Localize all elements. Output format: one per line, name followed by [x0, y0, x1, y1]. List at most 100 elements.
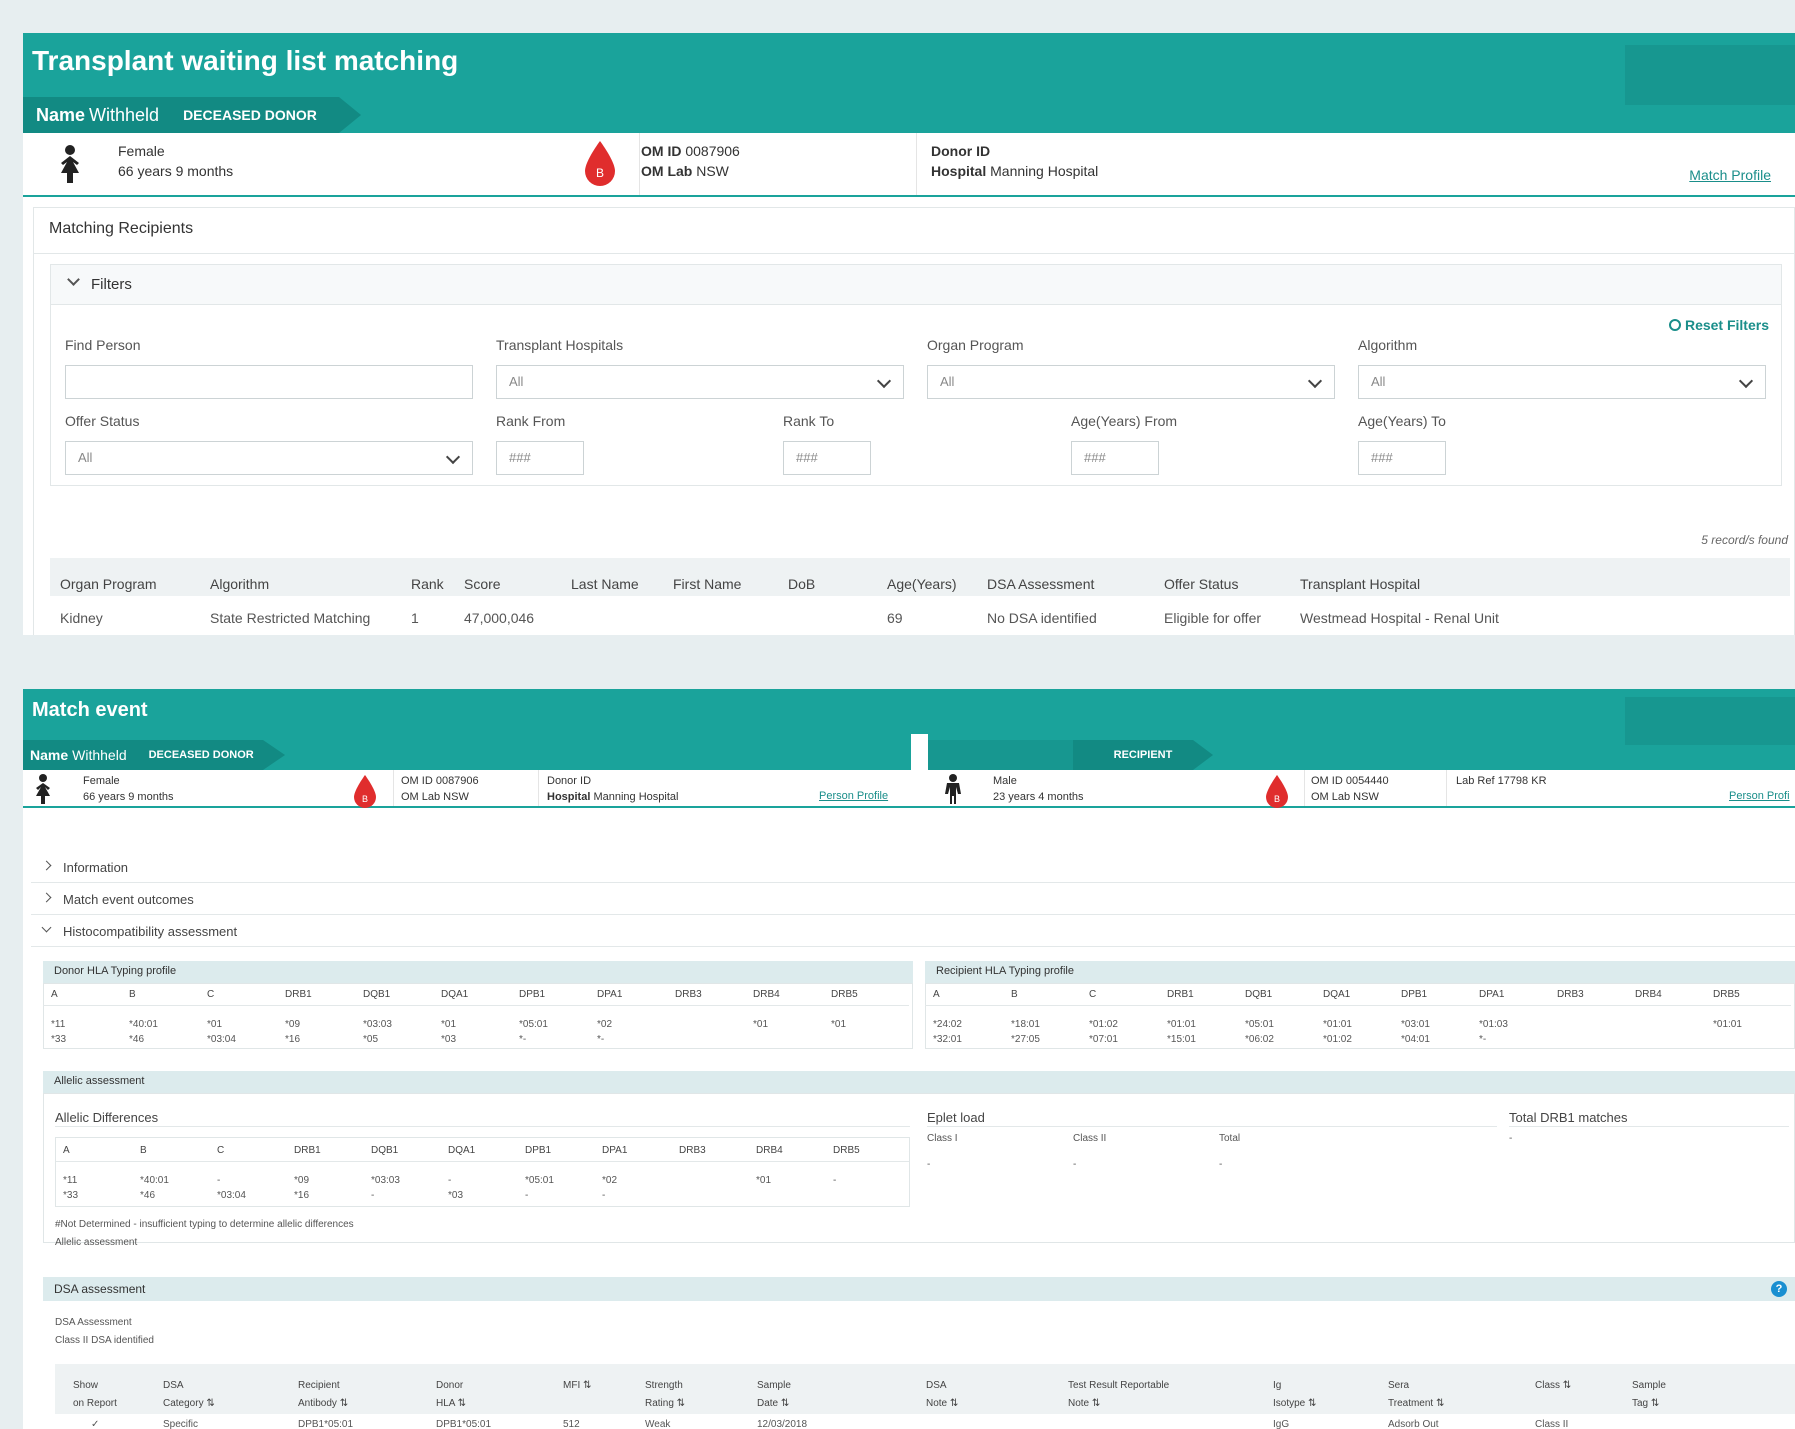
column-header[interactable]: Offer Status	[1164, 576, 1238, 592]
donor-info-bar: Female 66 years 9 months B OM ID 0087906…	[23, 133, 1795, 197]
allelic-value: - *03:04	[217, 1175, 246, 1201]
age-from-input[interactable]: ###	[1071, 441, 1159, 475]
help-icon[interactable]: ?	[1771, 1281, 1787, 1297]
hla-column-header: DRB1	[1167, 989, 1194, 1000]
algorithm-select[interactable]: All	[1358, 365, 1766, 399]
organ-program-select[interactable]: All	[927, 365, 1335, 399]
allelic-column-header: DRB3	[679, 1145, 706, 1156]
dsa-column-header[interactable]: Test Result Reportable Note ⇅	[1068, 1377, 1169, 1413]
allelic-differences-label: Allelic Differences	[55, 1110, 159, 1125]
reset-filters-button[interactable]: Reset Filters	[1669, 317, 1769, 333]
column-header[interactable]: Rank	[411, 576, 444, 592]
offer-status-select[interactable]: All	[65, 441, 473, 475]
eplet-class-i-value: -	[927, 1159, 931, 1170]
match-event-outcomes-section[interactable]: Match event outcomes	[31, 883, 1795, 915]
dsa-column-header[interactable]: MFI ⇅	[563, 1377, 591, 1395]
match-profile-link[interactable]: Match Profile	[1689, 167, 1771, 183]
allelic-column-header: C	[217, 1145, 225, 1156]
dsa-column-header[interactable]: Sera Treatment ⇅	[1388, 1377, 1444, 1413]
dsa-cell[interactable]: ✓	[91, 1419, 99, 1429]
dsa-column-header[interactable]: DSA Category ⇅	[163, 1377, 215, 1413]
age-to-input[interactable]: ###	[1358, 441, 1446, 475]
matching-recipients-header: Matching Recipients	[34, 208, 1794, 254]
rank-from-input[interactable]: ###	[496, 441, 584, 475]
filters-toggle[interactable]: Filters	[51, 265, 1781, 305]
dsa-assessment-label: DSA Assessment	[55, 1317, 132, 1328]
column-header[interactable]: DSA Assessment	[987, 576, 1094, 592]
dsa-column-header[interactable]: Strength Rating ⇅	[645, 1377, 685, 1413]
allelic-column-header: DQA1	[448, 1145, 476, 1156]
hla-column-header: DRB5	[831, 989, 858, 1000]
divider	[911, 734, 928, 770]
rank-to-label: Rank To	[783, 413, 835, 429]
column-header[interactable]: Organ Program	[60, 576, 156, 592]
dsa-cell: DPB1*05:01	[298, 1419, 354, 1429]
table-cell: Kidney	[60, 610, 103, 626]
dsa-column-header[interactable]: Sample Tag ⇅	[1632, 1377, 1666, 1413]
dsa-column-header[interactable]: Ig Isotype ⇅	[1273, 1377, 1316, 1413]
hla-column-header: DRB1	[285, 989, 312, 1000]
column-header[interactable]: Score	[464, 576, 501, 592]
column-header[interactable]: Algorithm	[210, 576, 269, 592]
dsa-column-header[interactable]: Class ⇅	[1535, 1377, 1571, 1395]
female-person-icon	[36, 774, 50, 804]
allelic-value: - *03	[448, 1175, 464, 1201]
not-determined-note: #Not Determined - insufficient typing to…	[55, 1219, 354, 1230]
donor-name-bar: Name Withheld DECEASED DONOR	[23, 740, 285, 770]
column-header[interactable]: Age(Years)	[887, 576, 957, 592]
dsa-assessment-value: Class II DSA identified	[55, 1335, 154, 1346]
title-bar: Transplant waiting list matching Name Wi…	[23, 33, 1795, 133]
hla-column-header: A	[933, 989, 940, 1000]
allelic-value: *05:01 -	[525, 1175, 554, 1201]
hla-value: *01	[831, 1019, 847, 1030]
om-id: 0087906	[685, 143, 740, 159]
information-section[interactable]: Information	[31, 851, 1795, 883]
hla-column-header: A	[51, 989, 58, 1000]
dsa-cell: Weak	[645, 1419, 671, 1429]
donor-person-profile-link[interactable]: Person Profile	[819, 790, 888, 802]
title-block	[1625, 45, 1795, 105]
dsa-column-header[interactable]: Sample Date ⇅	[757, 1377, 791, 1413]
blood-drop-icon: B	[354, 775, 376, 808]
transplant-hospitals-select[interactable]: All	[496, 365, 904, 399]
dsa-column-header[interactable]: Recipient Antibody ⇅	[298, 1377, 348, 1413]
rank-to-input[interactable]: ###	[783, 441, 871, 475]
allelic-column-header: DRB5	[833, 1145, 860, 1156]
column-header[interactable]: Transplant Hospital	[1300, 576, 1420, 592]
histocompatibility-section[interactable]: Histocompatibility assessment	[31, 915, 1795, 947]
column-header[interactable]: First Name	[673, 576, 741, 592]
eplet-class-i: Class I	[927, 1133, 958, 1144]
records-found: 5 record/s found	[1701, 533, 1788, 547]
allelic-column-header: DPB1	[525, 1145, 552, 1156]
dsa-column-header[interactable]: DSA Note ⇅	[926, 1377, 958, 1413]
hla-column-header: DPA1	[1479, 989, 1505, 1000]
male-person-icon	[945, 774, 961, 804]
hla-value: *01	[753, 1019, 769, 1030]
page-title: Transplant waiting list matching	[32, 45, 459, 76]
hla-value: *09 *16	[285, 1019, 301, 1045]
column-header[interactable]: DoB	[788, 576, 815, 592]
chevron-down-icon	[67, 273, 80, 286]
recipient-name-bar	[928, 740, 1098, 770]
hla-value: *01:01 *01:02	[1323, 1019, 1352, 1045]
donor-name-bar: Name Withheld DECEASED DONOR	[23, 97, 361, 133]
allelic-column-header: DQB1	[371, 1145, 399, 1156]
allelic-assessment-title: Allelic assessment	[43, 1071, 1795, 1093]
column-header[interactable]: Last Name	[571, 576, 639, 592]
hla-column-header: DQB1	[1245, 989, 1273, 1000]
recipient-person-profile-link[interactable]: Person Profi	[1729, 790, 1790, 802]
organ-program-label: Organ Program	[927, 337, 1024, 353]
donor-hospital: Manning Hospital	[990, 163, 1099, 179]
donor-type-badge: DECEASED DONOR	[148, 749, 254, 761]
eplet-total-value: -	[1219, 1159, 1223, 1170]
hla-column-header: DRB5	[1713, 989, 1740, 1000]
page-title: Match event	[32, 699, 148, 721]
dsa-cell: 12/03/2018	[757, 1419, 808, 1429]
find-person-input[interactable]	[65, 365, 473, 399]
chevron-down-icon	[41, 922, 52, 933]
dsa-column-header[interactable]: Donor HLA ⇅	[436, 1377, 466, 1413]
divider	[925, 1005, 1791, 1006]
hla-value: *40:01 *46	[129, 1019, 158, 1045]
dsa-column-header[interactable]: Show on Report	[73, 1377, 117, 1413]
dsa-cell: Adsorb Out	[1388, 1419, 1439, 1429]
